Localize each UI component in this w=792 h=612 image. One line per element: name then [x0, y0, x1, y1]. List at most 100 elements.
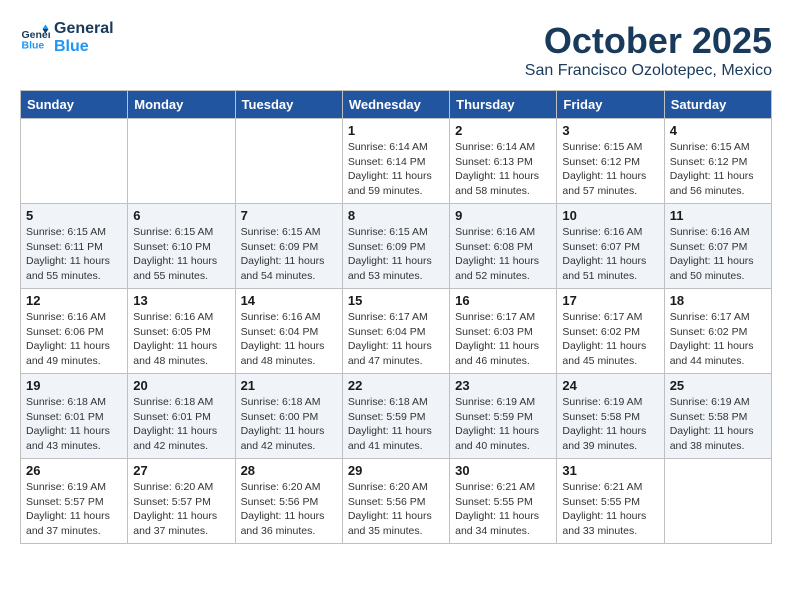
day-number: 9: [455, 208, 551, 223]
day-number: 18: [670, 293, 766, 308]
calendar-cell: 2 Sunrise: 6:14 AMSunset: 6:13 PMDaylight…: [450, 119, 557, 204]
day-number: 27: [133, 463, 229, 478]
day-info: Sunrise: 6:21 AMSunset: 5:55 PMDaylight:…: [562, 480, 658, 539]
day-info: Sunrise: 6:15 AMSunset: 6:12 PMDaylight:…: [562, 140, 658, 199]
calendar-cell: 14Sunrise: 6:16 AMSunset: 6:04 PMDayligh…: [235, 289, 342, 374]
day-number: 23: [455, 378, 551, 393]
day-info: Sunrise: 6:17 AMSunset: 6:03 PMDaylight:…: [455, 310, 551, 369]
day-number: 17: [562, 293, 658, 308]
day-number: 1: [348, 123, 444, 138]
calendar-cell: 28Sunrise: 6:20 AMSunset: 5:56 PMDayligh…: [235, 459, 342, 544]
day-info: Sunrise: 6:15 AMSunset: 6:12 PMDaylight:…: [670, 140, 766, 199]
weekday-header-sunday: Sunday: [21, 91, 128, 119]
calendar-cell: 4 Sunrise: 6:15 AMSunset: 6:12 PMDaylight…: [664, 119, 771, 204]
calendar-week-row: 12 Sunrise: 6:16 AMSunset: 6:06 PMDayligh…: [21, 289, 772, 374]
calendar-cell: 27Sunrise: 6:20 AMSunset: 5:57 PMDayligh…: [128, 459, 235, 544]
day-number: 31: [562, 463, 658, 478]
calendar-cell: 17 Sunrise: 6:17 AMSunset: 6:02 PMDayligh…: [557, 289, 664, 374]
day-number: 20: [133, 378, 229, 393]
weekday-header-monday: Monday: [128, 91, 235, 119]
calendar-cell: 23 Sunrise: 6:19 AMSunset: 5:59 PMDayligh…: [450, 374, 557, 459]
calendar-cell: 21Sunrise: 6:18 AMSunset: 6:00 PMDayligh…: [235, 374, 342, 459]
day-number: 19: [26, 378, 122, 393]
calendar-cell: 29 Sunrise: 6:20 AMSunset: 5:56 PMDayligh…: [342, 459, 449, 544]
weekday-header-saturday: Saturday: [664, 91, 771, 119]
day-info: Sunrise: 6:18 AMSunset: 6:01 PMDaylight:…: [26, 395, 122, 454]
calendar-cell: 19 Sunrise: 6:18 AMSunset: 6:01 PMDayligh…: [21, 374, 128, 459]
day-number: 26: [26, 463, 122, 478]
day-info: Sunrise: 6:19 AMSunset: 5:59 PMDaylight:…: [455, 395, 551, 454]
weekday-header-wednesday: Wednesday: [342, 91, 449, 119]
day-info: Sunrise: 6:16 AMSunset: 6:07 PMDaylight:…: [562, 225, 658, 284]
page-header: General Blue General Blue October 2025 S…: [20, 20, 772, 80]
calendar-week-row: 19 Sunrise: 6:18 AMSunset: 6:01 PMDayligh…: [21, 374, 772, 459]
calendar-week-row: 5 Sunrise: 6:15 AMSunset: 6:11 PMDaylight…: [21, 204, 772, 289]
day-number: 7: [241, 208, 337, 223]
calendar-cell: 13 Sunrise: 6:16 AMSunset: 6:05 PMDayligh…: [128, 289, 235, 374]
day-number: 21: [241, 378, 337, 393]
calendar-cell: 12 Sunrise: 6:16 AMSunset: 6:06 PMDayligh…: [21, 289, 128, 374]
calendar-table: SundayMondayTuesdayWednesdayThursdayFrid…: [20, 90, 772, 544]
calendar-cell: 26 Sunrise: 6:19 AMSunset: 5:57 PMDayligh…: [21, 459, 128, 544]
calendar-week-row: 26 Sunrise: 6:19 AMSunset: 5:57 PMDayligh…: [21, 459, 772, 544]
logo: General Blue General Blue: [20, 20, 114, 55]
weekday-header-friday: Friday: [557, 91, 664, 119]
calendar-cell: 18 Sunrise: 6:17 AMSunset: 6:02 PMDayligh…: [664, 289, 771, 374]
day-number: 12: [26, 293, 122, 308]
day-info: Sunrise: 6:15 AMSunset: 6:09 PMDaylight:…: [348, 225, 444, 284]
calendar-cell: 31 Sunrise: 6:21 AMSunset: 5:55 PMDayligh…: [557, 459, 664, 544]
day-info: Sunrise: 6:15 AMSunset: 6:10 PMDaylight:…: [133, 225, 229, 284]
day-info: Sunrise: 6:16 AMSunset: 6:08 PMDaylight:…: [455, 225, 551, 284]
day-info: Sunrise: 6:14 AMSunset: 6:13 PMDaylight:…: [455, 140, 551, 199]
calendar-cell: [128, 119, 235, 204]
day-info: Sunrise: 6:20 AMSunset: 5:56 PMDaylight:…: [348, 480, 444, 539]
day-number: 25: [670, 378, 766, 393]
calendar-cell: [21, 119, 128, 204]
day-info: Sunrise: 6:17 AMSunset: 6:02 PMDaylight:…: [562, 310, 658, 369]
day-info: Sunrise: 6:16 AMSunset: 6:06 PMDaylight:…: [26, 310, 122, 369]
calendar-cell: 5 Sunrise: 6:15 AMSunset: 6:11 PMDaylight…: [21, 204, 128, 289]
svg-text:Blue: Blue: [22, 39, 45, 51]
day-info: Sunrise: 6:15 AMSunset: 6:11 PMDaylight:…: [26, 225, 122, 284]
calendar-cell: 11Sunrise: 6:16 AMSunset: 6:07 PMDayligh…: [664, 204, 771, 289]
day-info: Sunrise: 6:19 AMSunset: 5:58 PMDaylight:…: [562, 395, 658, 454]
day-info: Sunrise: 6:14 AMSunset: 6:14 PMDaylight:…: [348, 140, 444, 199]
day-info: Sunrise: 6:18 AMSunset: 5:59 PMDaylight:…: [348, 395, 444, 454]
logo-icon: General Blue: [20, 23, 50, 53]
day-number: 24: [562, 378, 658, 393]
day-number: 13: [133, 293, 229, 308]
day-info: Sunrise: 6:16 AMSunset: 6:05 PMDaylight:…: [133, 310, 229, 369]
calendar-cell: 7 Sunrise: 6:15 AMSunset: 6:09 PMDaylight…: [235, 204, 342, 289]
calendar-cell: 6Sunrise: 6:15 AMSunset: 6:10 PMDaylight…: [128, 204, 235, 289]
day-info: Sunrise: 6:16 AMSunset: 6:07 PMDaylight:…: [670, 225, 766, 284]
day-number: 3: [562, 123, 658, 138]
logo-blue: Blue: [54, 38, 114, 56]
day-info: Sunrise: 6:17 AMSunset: 6:02 PMDaylight:…: [670, 310, 766, 369]
logo-general: General: [54, 20, 114, 38]
day-info: Sunrise: 6:18 AMSunset: 6:01 PMDaylight:…: [133, 395, 229, 454]
calendar-cell: 1 Sunrise: 6:14 AMSunset: 6:14 PMDaylight…: [342, 119, 449, 204]
day-info: Sunrise: 6:21 AMSunset: 5:55 PMDaylight:…: [455, 480, 551, 539]
calendar-cell: 16 Sunrise: 6:17 AMSunset: 6:03 PMDayligh…: [450, 289, 557, 374]
calendar-cell: 24 Sunrise: 6:19 AMSunset: 5:58 PMDayligh…: [557, 374, 664, 459]
day-number: 22: [348, 378, 444, 393]
calendar-cell: 9 Sunrise: 6:16 AMSunset: 6:08 PMDaylight…: [450, 204, 557, 289]
day-info: Sunrise: 6:19 AMSunset: 5:58 PMDaylight:…: [670, 395, 766, 454]
day-number: 4: [670, 123, 766, 138]
calendar-cell: 25 Sunrise: 6:19 AMSunset: 5:58 PMDayligh…: [664, 374, 771, 459]
weekday-header-thursday: Thursday: [450, 91, 557, 119]
calendar-cell: 20 Sunrise: 6:18 AMSunset: 6:01 PMDayligh…: [128, 374, 235, 459]
day-number: 5: [26, 208, 122, 223]
location-title: San Francisco Ozolotepec, Mexico: [525, 62, 772, 80]
day-number: 2: [455, 123, 551, 138]
calendar-cell: 15Sunrise: 6:17 AMSunset: 6:04 PMDayligh…: [342, 289, 449, 374]
day-info: Sunrise: 6:15 AMSunset: 6:09 PMDaylight:…: [241, 225, 337, 284]
day-info: Sunrise: 6:19 AMSunset: 5:57 PMDaylight:…: [26, 480, 122, 539]
day-number: 8: [348, 208, 444, 223]
title-area: October 2025 San Francisco Ozolotepec, M…: [525, 20, 772, 80]
weekday-header-tuesday: Tuesday: [235, 91, 342, 119]
day-number: 16: [455, 293, 551, 308]
calendar-cell: 30Sunrise: 6:21 AMSunset: 5:55 PMDayligh…: [450, 459, 557, 544]
day-number: 29: [348, 463, 444, 478]
calendar-cell: 3 Sunrise: 6:15 AMSunset: 6:12 PMDaylight…: [557, 119, 664, 204]
